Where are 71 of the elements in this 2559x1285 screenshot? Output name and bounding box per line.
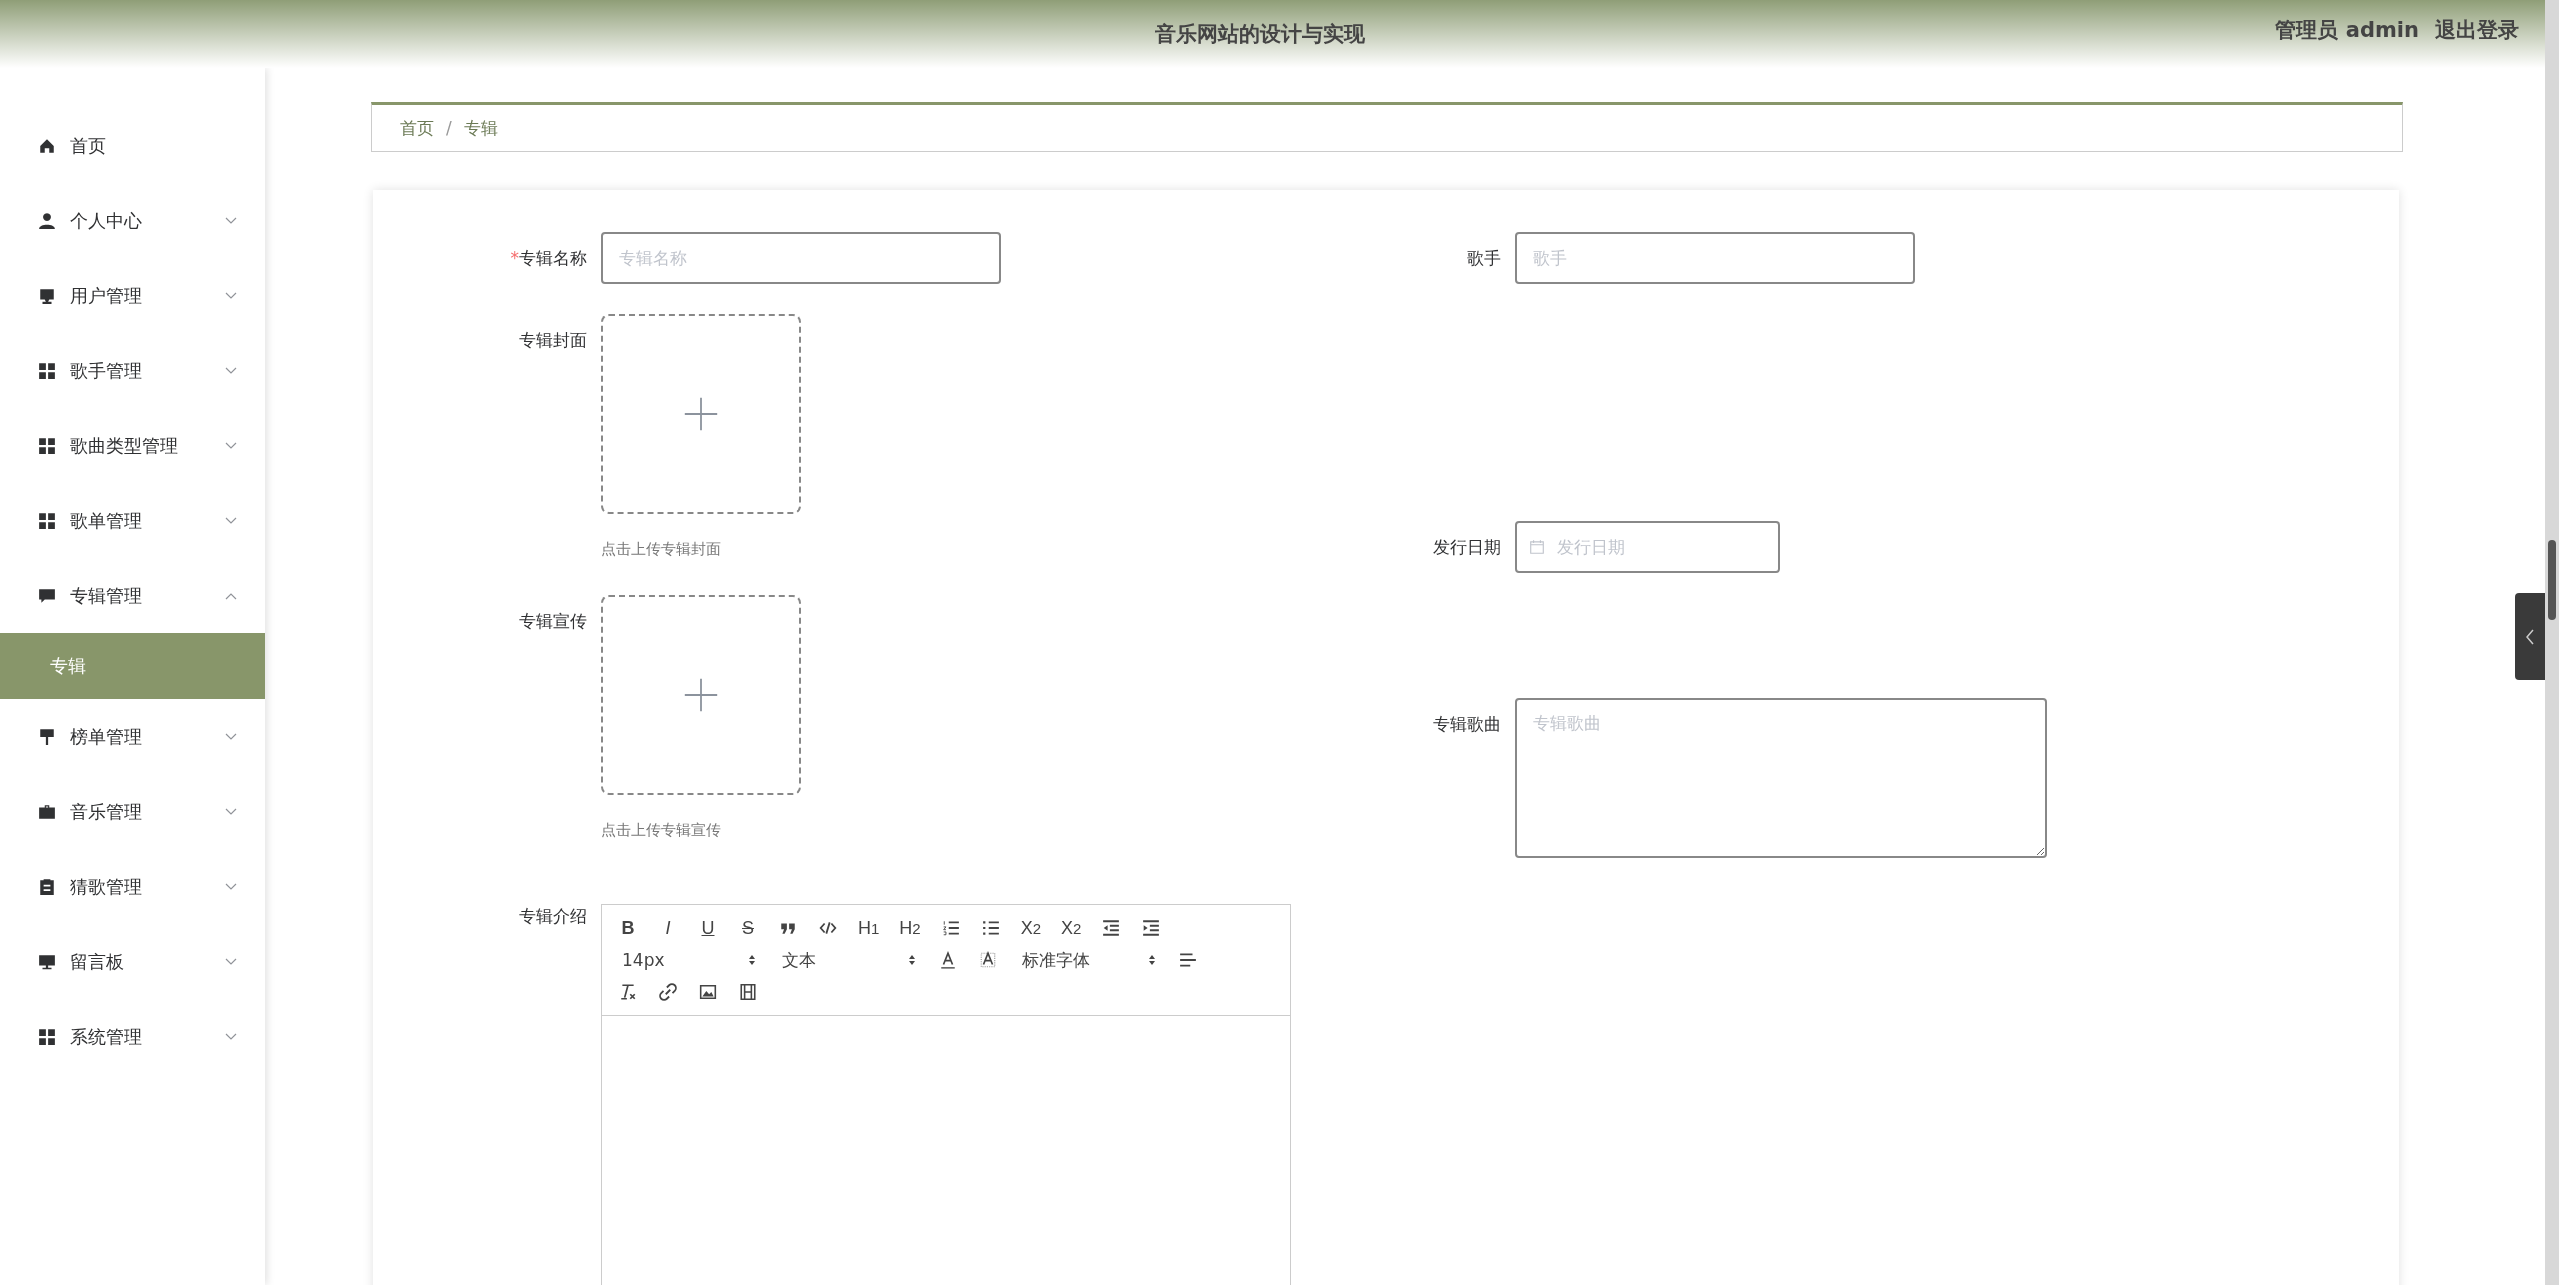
sidebar-item[interactable]: 首页 bbox=[0, 108, 265, 183]
bold-button[interactable]: B bbox=[614, 915, 642, 941]
chat-icon bbox=[38, 586, 56, 605]
site-title: 音乐网站的设计与实现 bbox=[1154, 21, 1365, 48]
align-left-icon bbox=[1179, 951, 1197, 969]
sidebar-item[interactable]: 系统管理 bbox=[0, 999, 265, 1074]
sidebar-item[interactable]: 个人中心 bbox=[0, 183, 265, 258]
field-label: 专辑歌曲 bbox=[1432, 713, 1501, 736]
sidebar-item[interactable]: 榜单管理 bbox=[0, 699, 265, 774]
upload-box[interactable] bbox=[601, 314, 801, 514]
list-icon bbox=[941, 919, 960, 937]
link-icon bbox=[659, 983, 677, 1001]
sign-icon bbox=[38, 727, 56, 746]
upload-hint: 点击上传专辑宣传 bbox=[601, 821, 722, 840]
chevron-left-icon bbox=[2525, 628, 2535, 645]
italic-button[interactable]: I bbox=[654, 915, 682, 941]
text-area[interactable]: 专辑歌曲 bbox=[1515, 698, 2047, 858]
sidebar-item[interactable]: 专辑管理 bbox=[0, 558, 265, 633]
toolbar-dropdown[interactable]: 标准字体 bbox=[1014, 947, 1164, 973]
field-label: 发行日期 bbox=[1432, 536, 1501, 559]
scrollbar-thumb[interactable] bbox=[2548, 540, 2556, 620]
grid-icon bbox=[38, 1027, 56, 1046]
sidebar-item[interactable]: 歌曲类型管理 bbox=[0, 408, 265, 483]
field-label: 专辑封面 bbox=[518, 329, 587, 352]
field-label: 专辑介绍 bbox=[518, 905, 587, 928]
clear-format-icon bbox=[619, 983, 637, 1001]
logout-link[interactable]: 退出登录 bbox=[2435, 16, 2519, 44]
toolbar-dropdown[interactable]: 14px bbox=[614, 947, 764, 973]
sidebar-item[interactable]: 猜歌管理 bbox=[0, 849, 265, 924]
breadcrumb-link[interactable]: 专辑 bbox=[463, 116, 498, 140]
up-down-icon bbox=[748, 954, 756, 966]
plus-icon bbox=[683, 677, 719, 713]
calendar-icon bbox=[1529, 539, 1545, 555]
admin-label: 管理员 admin bbox=[2275, 17, 2419, 44]
up-down-icon bbox=[908, 954, 916, 966]
sidebar-item[interactable]: 留言板 bbox=[0, 924, 265, 999]
sidebar-item[interactable]: 音乐管理 bbox=[0, 774, 265, 849]
date-field[interactable]: 发行日期 bbox=[1515, 521, 1780, 573]
field-label: 专辑宣传 bbox=[518, 610, 587, 633]
monitor-icon bbox=[38, 952, 56, 971]
toolbar-dropdown[interactable]: 文本 bbox=[774, 947, 924, 973]
scrollbar[interactable] bbox=[2545, 0, 2559, 1285]
grid-icon bbox=[38, 436, 56, 455]
plus-icon bbox=[683, 396, 719, 432]
grid-icon bbox=[38, 361, 56, 380]
clipboard-icon bbox=[38, 877, 56, 896]
grid-icon bbox=[38, 511, 56, 530]
highlight-icon bbox=[979, 951, 997, 969]
sidebar-item[interactable]: 用户管理 bbox=[0, 258, 265, 333]
input-field[interactable]: 歌手 bbox=[1515, 232, 1915, 284]
briefcase-icon bbox=[38, 802, 56, 821]
indent-icon bbox=[1142, 919, 1161, 937]
code-icon bbox=[819, 919, 837, 937]
user-icon bbox=[38, 211, 56, 230]
sidebar-item[interactable]: 歌手管理 bbox=[0, 333, 265, 408]
up-down-icon bbox=[1148, 954, 1156, 966]
upload-hint: 点击上传专辑封面 bbox=[601, 540, 722, 559]
breadcrumb-link[interactable]: 首页 bbox=[400, 116, 434, 140]
sidebar-item[interactable]: 歌单管理 bbox=[0, 483, 265, 558]
film-icon bbox=[739, 983, 757, 1001]
indent-icon bbox=[1102, 919, 1121, 937]
breadcrumb-separator: / bbox=[446, 118, 452, 138]
underline-button[interactable]: U bbox=[694, 915, 722, 941]
field-label: 歌手 bbox=[1466, 247, 1501, 270]
strikethrough-button[interactable]: S bbox=[734, 915, 762, 941]
text-color-icon bbox=[939, 951, 957, 969]
field-label: *专辑名称 bbox=[509, 247, 587, 270]
input-field[interactable]: 专辑名称 bbox=[601, 232, 1001, 284]
image-icon bbox=[699, 983, 717, 1001]
upload-box[interactable] bbox=[601, 595, 801, 795]
list-icon bbox=[981, 919, 1000, 937]
